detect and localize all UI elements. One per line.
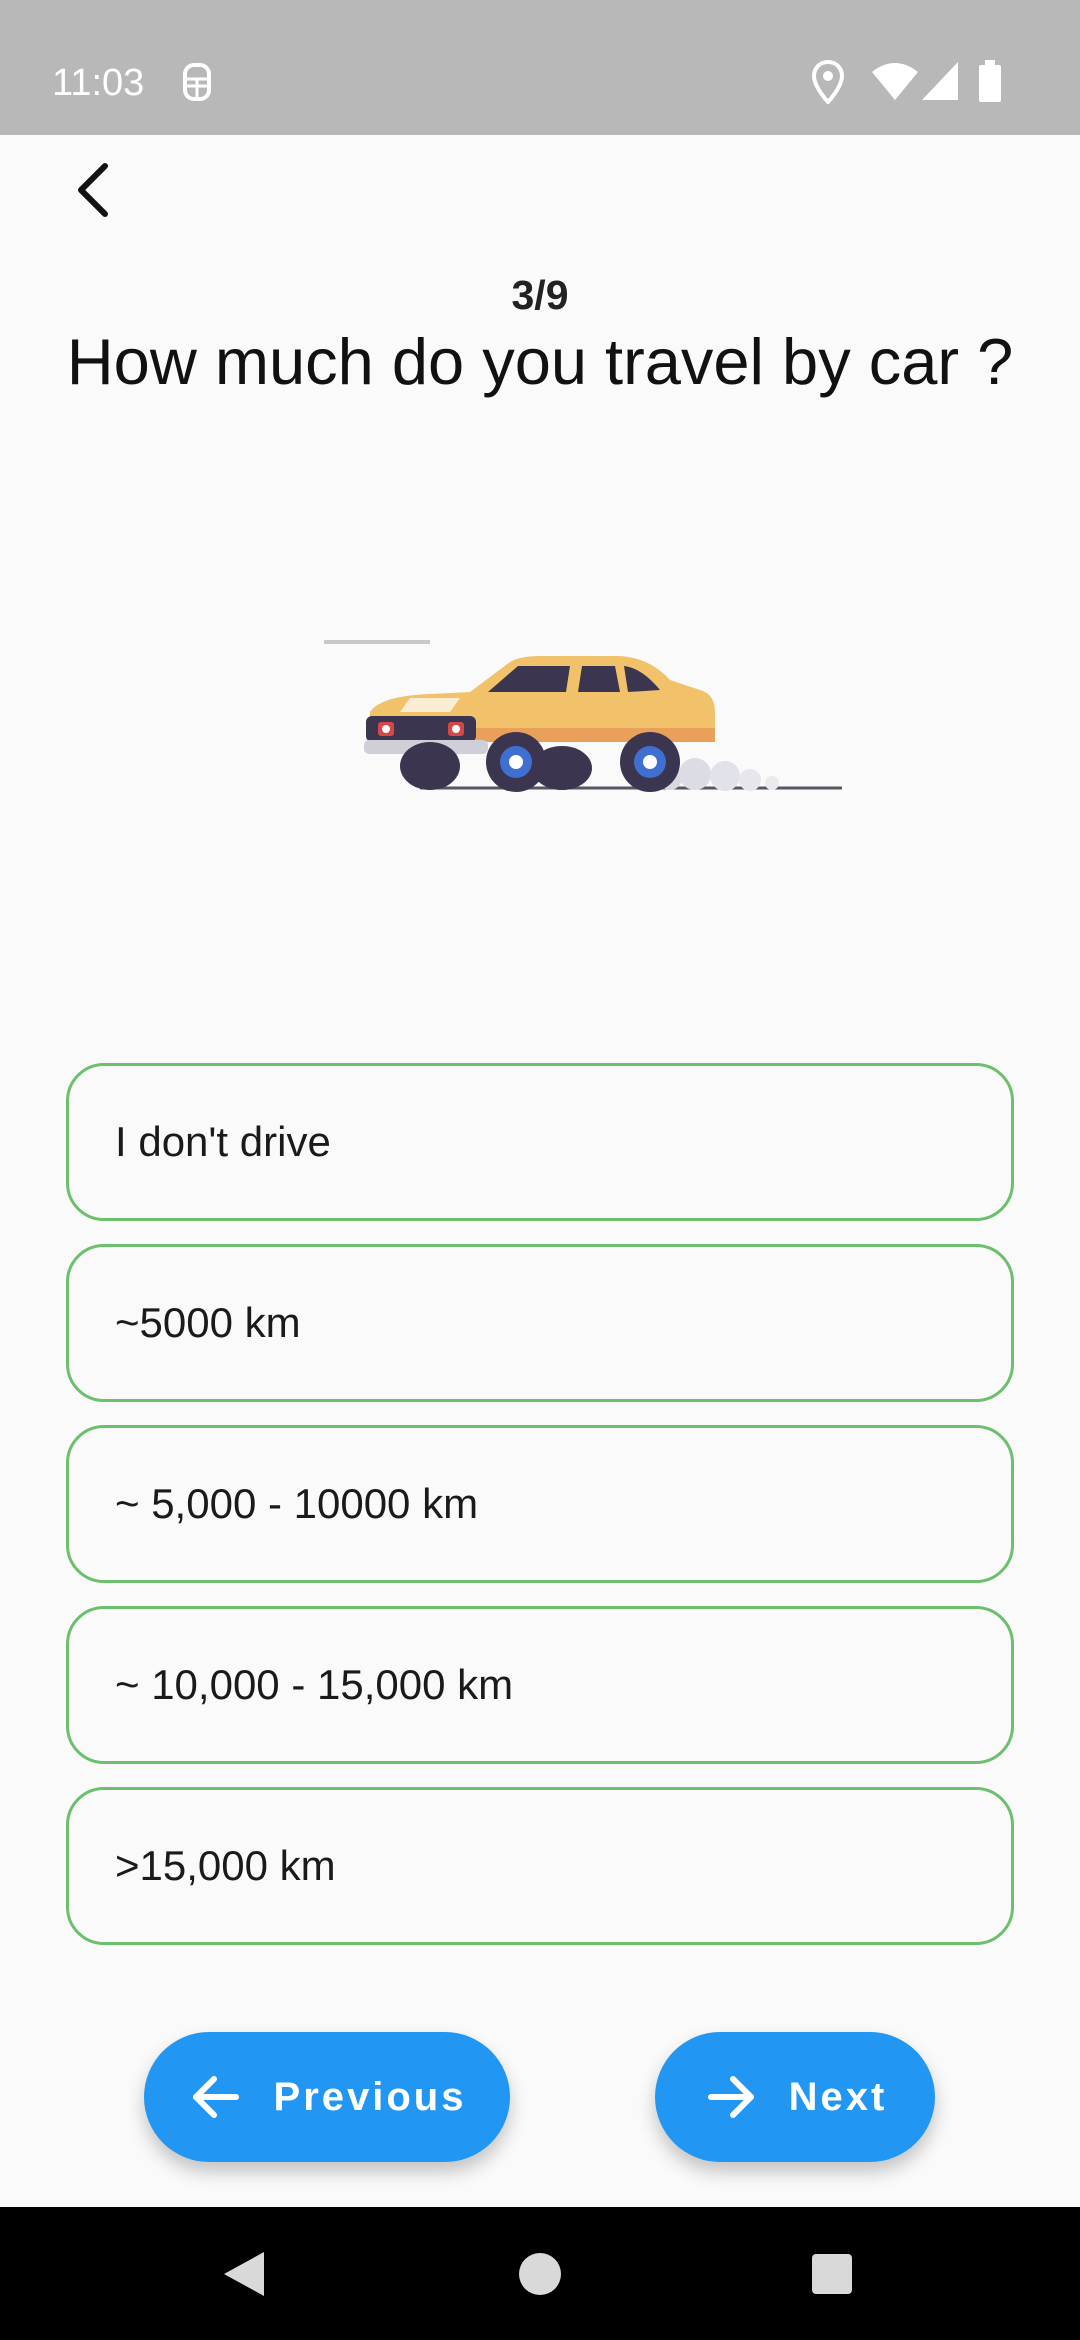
answer-options: I don't drive ~5000 km ~ 5,000 - 10000 k… (66, 1063, 1014, 1968)
back-triangle-icon (224, 2251, 264, 2296)
arrow-right-icon (703, 2069, 759, 2125)
option-no-drive[interactable]: I don't drive (66, 1063, 1014, 1221)
next-button[interactable]: Next (655, 2032, 935, 2162)
system-recents-button[interactable] (772, 2207, 892, 2340)
option-over-15000-km[interactable]: >15,000 km (66, 1787, 1014, 1945)
location-icon (812, 60, 844, 104)
chevron-left-icon (78, 163, 108, 217)
wifi-icon (872, 63, 918, 100)
back-button[interactable] (58, 150, 128, 230)
progress-indicator: 3/9 (511, 272, 569, 318)
status-bar: 11:03 (0, 0, 1080, 135)
system-nav-bar (0, 2207, 1080, 2340)
previous-button[interactable]: Previous (144, 2032, 510, 2162)
option-10000-15000-km[interactable]: ~ 10,000 - 15,000 km (66, 1606, 1014, 1764)
previous-label: Previous (273, 2074, 467, 2119)
arrow-left-icon (188, 2069, 244, 2125)
signal-icon (922, 62, 958, 100)
system-home-button[interactable] (480, 2207, 600, 2340)
status-right-icons (812, 60, 1032, 104)
option-5000-km[interactable]: ~5000 km (66, 1244, 1014, 1402)
question-title: How much do you travel by car ? (66, 325, 1014, 398)
battery-icon (979, 60, 1001, 102)
sim-card-icon (183, 63, 211, 101)
option-5000-10000-km[interactable]: ~ 5,000 - 10000 km (66, 1425, 1014, 1583)
system-back-button[interactable] (184, 2207, 304, 2340)
recents-square-icon (812, 2253, 852, 2294)
home-circle-icon (519, 2252, 561, 2295)
status-time: 11:03 (52, 62, 145, 104)
car-illustration (324, 640, 842, 792)
next-label: Next (788, 2074, 888, 2119)
